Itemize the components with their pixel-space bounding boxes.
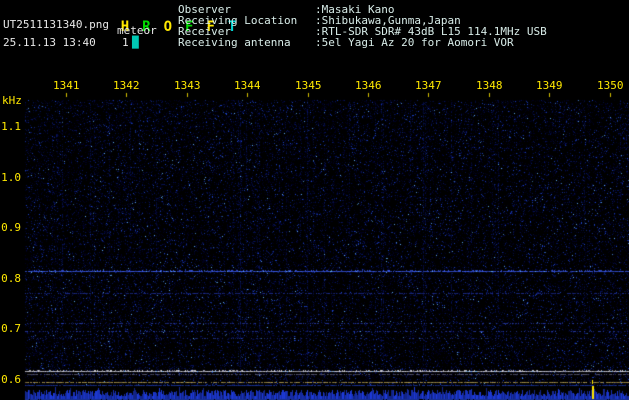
y-tick-label: 0.9: [1, 221, 21, 234]
y-tick-label: 1.0: [1, 171, 21, 184]
x-tick-label: 1346: [355, 79, 382, 92]
x-tick-label: 1343: [174, 79, 201, 92]
x-tick-label: 1347: [415, 79, 442, 92]
datetime-label: 25.11.13 13:40: [3, 36, 96, 49]
y-axis-unit: kHz: [2, 94, 22, 107]
header-label: Receiving antenna: [178, 36, 291, 49]
header-value: :5el Yagi Az 20 for Aomori VOR: [315, 36, 514, 49]
counter-label: 1: [122, 36, 129, 49]
cursor-block: █: [132, 36, 139, 49]
x-tick-label: 1350: [597, 79, 624, 92]
x-tick-label: 1344: [234, 79, 261, 92]
x-tick-label: 1345: [295, 79, 322, 92]
x-tick-label: 1342: [113, 79, 140, 92]
y-tick-label: 0.7: [1, 322, 21, 335]
y-tick-label: 0.6: [1, 373, 21, 386]
x-tick-label: 1348: [476, 79, 503, 92]
y-tick-label: 0.8: [1, 272, 21, 285]
y-tick-label: 1.1: [1, 120, 21, 133]
x-tick-label: 1349: [536, 79, 563, 92]
x-tick-label: 1341: [53, 79, 80, 92]
output-filename: UT2511131340.png: [3, 18, 109, 31]
spectrogram-canvas: [0, 0, 629, 400]
hrofft-output: HROFFT UT2511131340.png meteor 25.11.13 …: [0, 0, 629, 400]
